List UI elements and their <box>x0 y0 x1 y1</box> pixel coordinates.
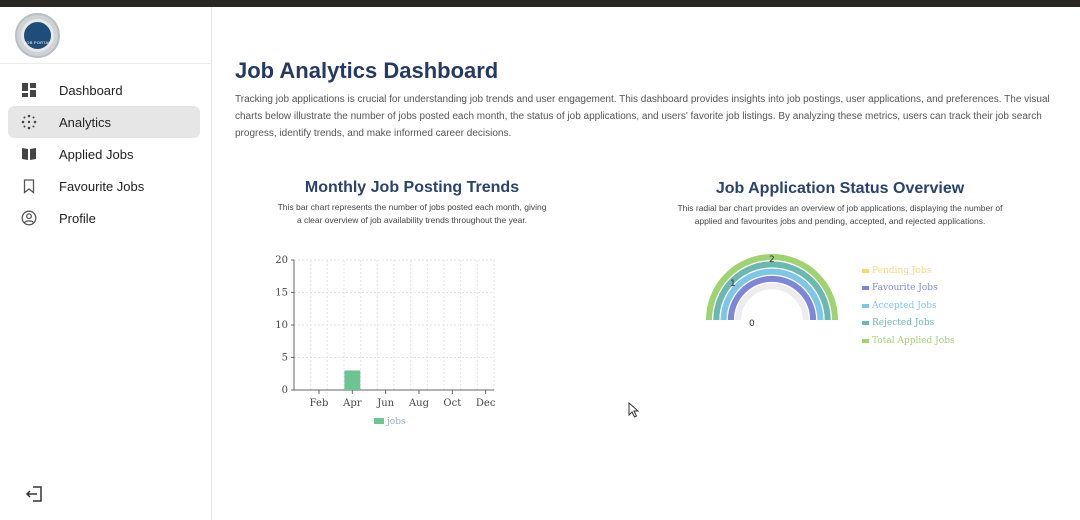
radial-track <box>735 283 809 321</box>
legend-swatch-jobs <box>374 418 384 424</box>
radial-scale-label: 0 <box>749 319 755 329</box>
sidebar-nav: Dashboard Analytics Applied Jobs Favouri… <box>8 74 200 234</box>
legend-swatch <box>862 268 869 273</box>
bookmark-icon <box>21 178 37 194</box>
radial-chart-subtitle-line2: applied and favourites jobs and pending,… <box>694 216 986 226</box>
legend-swatch <box>862 321 869 326</box>
legend-label: Rejected Jobs <box>872 318 935 329</box>
sidebar-item-label: Applied Jobs <box>59 146 134 162</box>
legend-label: Accepted Jobs <box>872 300 937 311</box>
legend-item-total-applied-jobs[interactable]: Total Applied Jobs <box>862 332 955 350</box>
sidebar-item-label: Profile <box>59 210 96 226</box>
radial-scale-label: 1 <box>730 279 736 289</box>
bar-chart-subtitle-line2: a clear overview of job availability tre… <box>296 215 528 225</box>
sidebar: JOB PORTAL Dashboard Analytics Applied J… <box>0 7 212 520</box>
bar-chart-subtitle-line1: This bar chart represents the number of … <box>277 202 547 212</box>
legend-item-accepted-jobs[interactable]: Accepted Jobs <box>862 297 955 315</box>
legend-label: Pending Jobs <box>872 265 932 276</box>
radial-bar-chart: 0 1 2 <box>706 254 838 329</box>
bar-apr[interactable] <box>344 370 361 391</box>
x-tick-label: Jun <box>376 398 394 409</box>
sidebar-item-analytics[interactable]: Analytics <box>8 106 200 138</box>
logo-badge: JOB PORTAL <box>21 19 54 52</box>
page-title: Job Analytics Dashboard <box>235 58 499 83</box>
radial-chart-subtitle: This radial bar chart provides an overvi… <box>630 202 1050 228</box>
legend-label: Total Applied Jobs <box>872 335 955 346</box>
book-icon <box>21 146 37 162</box>
legend-swatch <box>862 286 869 291</box>
x-tick-label: Oct <box>443 398 461 409</box>
app-logo[interactable]: JOB PORTAL <box>15 13 60 58</box>
analytics-icon <box>21 114 37 130</box>
y-tick-label: 15 <box>275 288 288 299</box>
bar-chart-subtitle: This bar chart represents the number of … <box>232 201 592 227</box>
legend-item-favourite-jobs[interactable]: Favourite Jobs <box>862 280 955 298</box>
legend-item-pending-jobs[interactable]: Pending Jobs <box>862 262 955 280</box>
legend-label: Favourite Jobs <box>872 283 938 294</box>
logout-icon <box>25 486 42 502</box>
sidebar-item-dashboard[interactable]: Dashboard <box>8 74 200 106</box>
sidebar-item-applied-jobs[interactable]: Applied Jobs <box>8 138 200 170</box>
y-tick-label: 5 <box>282 353 288 364</box>
x-tick-label: Feb <box>310 398 329 409</box>
x-tick-label: Apr <box>342 398 362 409</box>
sidebar-divider <box>0 63 211 64</box>
legend-swatch <box>862 338 869 343</box>
window-top-bar <box>0 0 1080 7</box>
bar-chart: 0 5 10 15 20 Feb Apr Jun Aug Oct Dec jobs <box>275 255 496 427</box>
legend-swatch <box>862 303 869 308</box>
legend-label-jobs[interactable]: jobs <box>386 417 406 427</box>
y-tick-label: 10 <box>275 320 288 331</box>
logo-text: JOB PORTAL <box>24 40 51 45</box>
dashboard-icon <box>21 82 37 98</box>
radial-chart-title: Job Application Status Overview <box>715 180 965 197</box>
bar-chart-title: Monthly Job Posting Trends <box>304 179 520 196</box>
mouse-cursor <box>628 401 640 423</box>
sidebar-item-profile[interactable]: Profile <box>8 202 200 234</box>
logout-button[interactable] <box>25 484 45 504</box>
radial-chart-legend: Pending Jobs Favourite Jobs Accepted Jobs R… <box>862 262 955 350</box>
x-tick-label: Dec <box>476 398 496 409</box>
sidebar-item-label: Dashboard <box>59 82 123 98</box>
radial-chart-subtitle-line1: This radial bar chart provides an overvi… <box>677 203 1003 213</box>
x-tick-label: Aug <box>408 398 430 409</box>
y-tick-label: 0 <box>282 385 288 396</box>
user-circle-icon <box>21 210 37 226</box>
sidebar-item-label: Favourite Jobs <box>59 178 145 194</box>
sidebar-item-favourite-jobs[interactable]: Favourite Jobs <box>8 170 200 202</box>
y-tick-label: 20 <box>275 255 288 266</box>
sidebar-item-label: Analytics <box>59 114 112 130</box>
radial-scale-label: 2 <box>769 255 775 265</box>
legend-item-rejected-jobs[interactable]: Rejected Jobs <box>862 315 955 333</box>
page-description: Tracking job applications is crucial for… <box>235 94 1050 139</box>
